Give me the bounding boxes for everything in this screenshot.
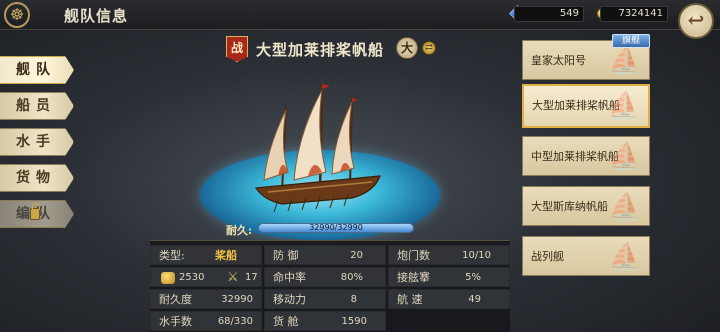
ship-thumbnail-icon: ⛵ <box>608 192 642 222</box>
ship-card-ship-of-line[interactable]: 战列舰 ⛵ <box>522 236 650 276</box>
stats-panel: 类型: 桨船 2530 ⚔ 17 耐久度 32990 水手数 68/330 防 … <box>150 240 510 332</box>
tab-formation[interactable]: 编队 <box>0 200 74 228</box>
ship-card-medium-galley[interactable]: 中型加莱排桨帆船 ⛵ <box>522 136 650 176</box>
stat-accuracy-label: 命中率 <box>273 271 306 284</box>
back-button[interactable]: ↩ <box>678 3 714 39</box>
stat-defense-label: 防 御 <box>273 249 299 262</box>
ship-thumbnail-icon: ⛵ <box>608 242 642 272</box>
stat-attack-icon-value: 17 <box>245 272 258 283</box>
stat-gun-ports: 炮门数 10/10 <box>388 245 510 265</box>
stat-boarding: 接舷搴 5% <box>388 267 510 287</box>
stat-hold: 货 舱 1590 <box>264 311 386 331</box>
ship-card-name: 大型斯库纳帆船 <box>531 200 608 213</box>
ship-card-large-schooner[interactable]: 大型斯库纳帆船 ⛵ <box>522 186 650 226</box>
ship-card-name: 皇家太阳号 <box>531 54 586 67</box>
flagship-tag: 旗舰 <box>612 34 650 48</box>
ship-model[interactable] <box>248 76 388 216</box>
stat-defense: 防 御 20 <box>264 245 386 265</box>
battle-badge: 战 <box>226 36 248 62</box>
gem-count: 549 <box>514 6 584 22</box>
durability-label: 耐久: <box>226 224 253 237</box>
stat-accuracy-value: 80% <box>340 272 363 283</box>
stat-boarding-value: 5% <box>465 272 481 283</box>
ship-thumbnail-icon: ⛵ <box>607 91 641 121</box>
stat-type-value: 桨船 <box>215 249 237 262</box>
lock-icon <box>30 203 40 220</box>
page-title: 舰队信息 <box>64 7 129 25</box>
stat-hold-value: 1590 <box>341 316 367 327</box>
tab-fleet[interactable]: 舰队 <box>0 56 74 84</box>
ship-thumbnail-icon: ⛵ <box>608 142 642 172</box>
stat-icons-row: 2530 ⚔ 17 <box>150 267 262 287</box>
tab-cargo[interactable]: 货物 <box>0 164 74 192</box>
swap-icon[interactable]: ⇄ <box>422 41 436 55</box>
stat-mobility: 移动力 8 <box>264 289 386 309</box>
stat-accuracy: 命中率 80% <box>264 267 386 287</box>
ship-name-banner: 战 大型加莱排桨帆船 大 ⇄ <box>226 36 444 62</box>
stat-defense-value: 20 <box>350 250 363 261</box>
ship-card-large-galley[interactable]: 大型加莱排桨帆船 ⛵ <box>522 84 650 128</box>
crossed-swords-icon: ⚔ <box>227 270 239 285</box>
stat-sailors: 水手数 68/330 <box>150 311 262 331</box>
tab-sailors[interactable]: 水手 <box>0 128 74 156</box>
ship-wheel-icon: ☸ <box>4 2 30 28</box>
stat-speed: 航 速 49 <box>388 289 510 309</box>
stat-speed-label: 航 速 <box>397 293 423 306</box>
ship-card-name: 中型加莱排桨帆船 <box>531 150 619 163</box>
cargo-bag-icon <box>161 272 175 284</box>
stat-durability-value: 32990 <box>221 294 253 305</box>
ship-card-name: 战列舰 <box>531 250 564 263</box>
stat-durability-label: 耐久度 <box>159 293 192 306</box>
stat-sailors-label: 水手数 <box>159 315 192 328</box>
durability-text: 32990/32990 <box>309 223 363 232</box>
top-bar: ☸ 舰队信息 549 7324141 <box>0 0 720 30</box>
stat-cargo-icon-value: 2530 <box>179 272 205 283</box>
stat-type-label: 类型: <box>159 249 185 262</box>
stat-gun-ports-value: 10/10 <box>462 250 491 261</box>
stat-gun-ports-label: 炮门数 <box>397 249 430 262</box>
stat-hold-label: 货 舱 <box>273 315 299 328</box>
stat-type: 类型: 桨船 <box>150 245 262 265</box>
stat-mobility-label: 移动力 <box>273 293 306 306</box>
ship-thumbnail-icon: ⛵ <box>608 46 642 76</box>
size-badge: 大 <box>396 37 418 59</box>
tab-crew[interactable]: 船员 <box>0 92 74 120</box>
ship-name: 大型加莱排桨帆船 <box>256 41 385 59</box>
stat-sailors-value: 68/330 <box>217 316 253 327</box>
stat-durability: 耐久度 32990 <box>150 289 262 309</box>
gold-count: 7324141 <box>600 6 668 22</box>
stat-boarding-label: 接舷搴 <box>397 271 430 284</box>
stat-speed-value: 49 <box>468 294 481 305</box>
stat-mobility-value: 8 <box>350 294 357 305</box>
